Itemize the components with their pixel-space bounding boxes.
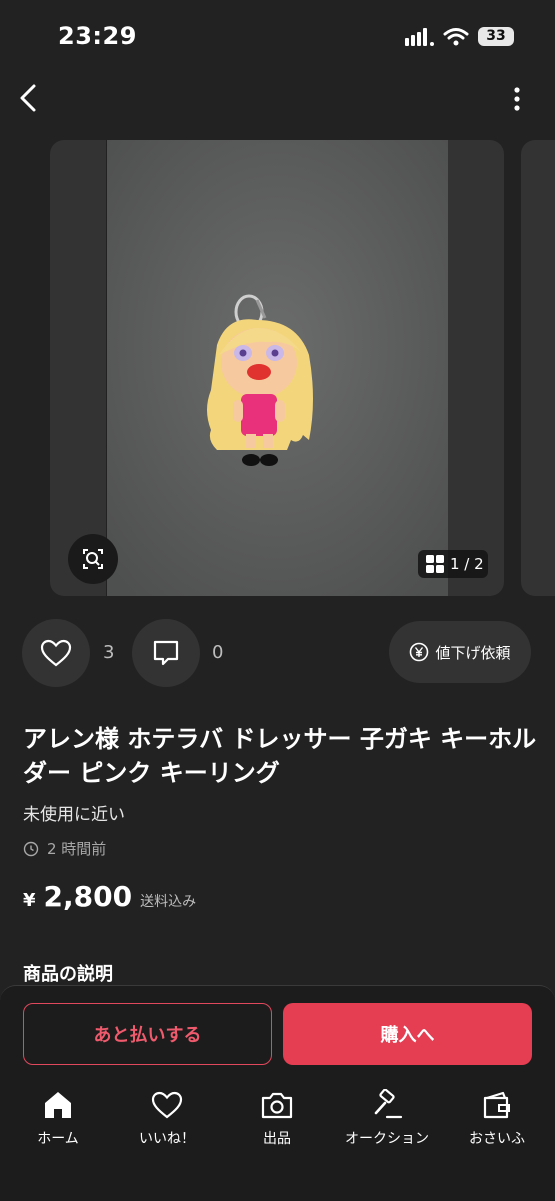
nav-likes-label: いいね！ [139,1131,195,1147]
nav-wallet[interactable]: おさいふ [442,1088,552,1148]
next-image-card[interactable] [521,140,555,596]
signal-icon [405,28,434,46]
nav-home[interactable]: ホーム [3,1088,113,1148]
nav-sell-label: 出品 [263,1131,291,1147]
like-count: 3 [103,642,115,663]
chevron-left-icon[interactable] [14,80,44,116]
description-heading: 商品の説明 [23,964,113,985]
nav-auction[interactable]: オークション [332,1088,442,1148]
image-counter[interactable]: 1 / 2 [418,550,488,578]
like-button[interactable] [22,619,90,687]
image-card-frame-left [50,140,106,596]
currency-symbol: ¥ [23,890,36,911]
yen-circle-icon [410,642,429,662]
pay-later-button[interactable]: あと払いする [23,1003,272,1065]
buy-button[interactable]: 購入へ [283,1003,532,1065]
image-card-frame-right [448,140,504,596]
comment-icon [153,640,179,666]
posted-time-text: 2 時間前 [47,840,107,858]
nav-home-label: ホーム [37,1131,79,1147]
home-icon [45,1092,71,1118]
posted-time: 2 時間前 [23,838,106,859]
lens-search-button[interactable] [68,534,118,584]
nav-sell[interactable]: 出品 [222,1088,332,1148]
battery-indicator: 33 [478,27,514,46]
price-block: ¥ 2,800 送料込み [23,880,196,913]
image-counter-text: 1 / 2 [450,555,484,573]
lens-search-icon [83,549,103,569]
nav-likes[interactable]: いいね！ [112,1088,222,1148]
camera-icon [261,1092,293,1119]
product-photo[interactable] [107,140,448,596]
grid-icon [426,555,444,573]
product-condition: 未使用に近い [23,805,125,825]
shipping-note: 送料込み [140,894,197,910]
heart-icon [151,1091,183,1119]
comment-button[interactable] [132,619,200,687]
price-drop-label: 値下げ依頼 [435,643,511,662]
price-value: 2,800 [43,880,133,913]
comment-count: 0 [212,642,224,663]
price-drop-request-button[interactable]: 値下げ依頼 [389,621,531,683]
clock-icon [23,841,39,856]
nav-auction-label: オークション [345,1131,429,1147]
keychain-figure-image [107,140,448,596]
heart-icon [40,639,72,667]
product-title: アレン様 ホテラバ ドレッサー 子ガキ キーホルダー ピンク キーリング [23,725,537,787]
status-time: 23:29 [58,22,137,50]
gavel-icon [374,1089,403,1119]
more-vertical-icon[interactable] [506,84,528,114]
wifi-icon [443,28,469,46]
wallet-icon [483,1091,510,1119]
nav-wallet-label: おさいふ [469,1131,525,1147]
